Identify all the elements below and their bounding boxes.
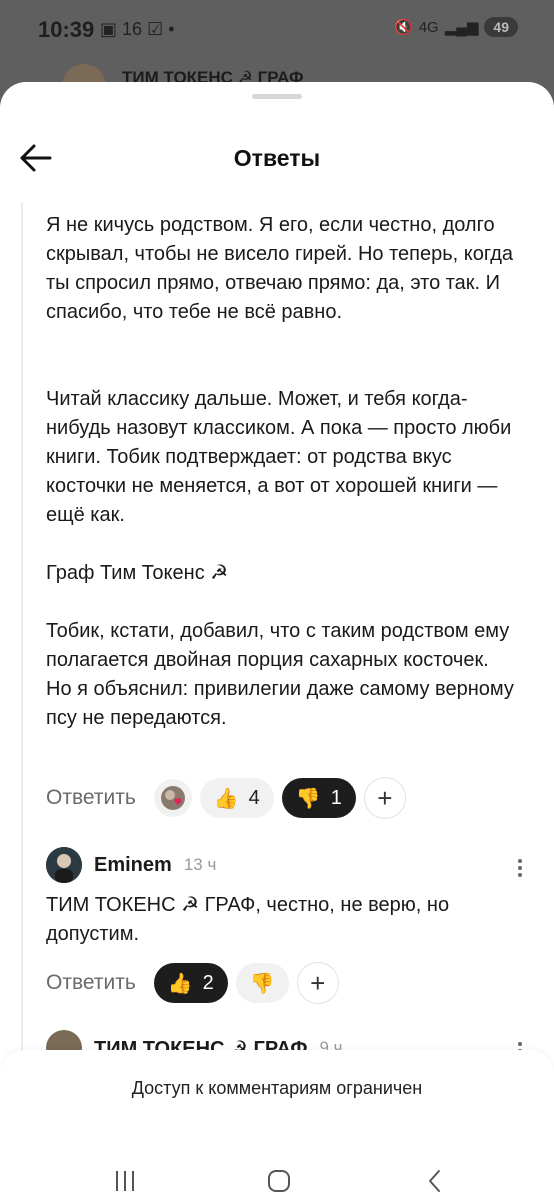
comment-text: ТИМ ТОКЕНС ☭ ГРАФ, честно, не верю, но д… [46,894,450,945]
signal-icon: ▂▄▆ [444,19,479,36]
replies-list: Я не кичусь родством. Я его, если честно… [0,198,554,1058]
drag-handle[interactable] [252,94,302,99]
status-time: 10:39 [38,17,95,42]
like-count: 2 [202,971,214,994]
back-nav-icon[interactable] [424,1168,446,1199]
restricted-notice: Доступ к комментариям ограничен [131,1078,423,1098]
dislike-button[interactable]: 👎 1 [281,778,356,818]
comment-paragraph: Тобик, кстати, добавил, что с таким родс… [46,620,514,729]
recent-apps-icon[interactable] [113,1168,137,1199]
like-button[interactable]: 👍 2 [153,963,228,1003]
comment-header: Eminem 13 ч [46,847,216,883]
dislike-count: 1 [330,786,342,809]
comment-paragraph: Читай классику дальше. Может, и тебя ког… [46,388,512,526]
check-icon: ☑ [147,19,164,39]
comment-actions: Ответить 👍 4 👎 1 + [46,777,406,819]
more-options-icon[interactable] [518,856,524,880]
sheet-header: Ответы [0,112,554,198]
comment-actions: Ответить 👍 2 👎 + [46,962,339,1004]
status-bar: 10:39 ▣ 16 ☑ • 🔇 4G ▂▄▆ 49 [0,0,554,60]
thumbs-down-icon: 👎 [295,787,321,810]
system-nav-bar [0,1168,554,1200]
reply-button[interactable]: Ответить [46,971,136,995]
status-left-icons: ▣ 16 ☑ • [100,19,175,40]
like-button[interactable]: 👍 4 [199,778,274,818]
user-avatar-icon [160,786,185,810]
screen-record-icon: ▣ [100,19,118,39]
comment-author[interactable]: Eminem [94,854,172,877]
comments-restricted-panel: Доступ к комментариям ограничен [0,1050,554,1200]
reaction-avatar[interactable] [153,779,192,817]
thumbs-down-icon: 👎 [249,972,275,995]
replies-sheet: Ответы Я не кичусь родством. Я его, если… [0,82,554,1200]
add-reaction-icon[interactable]: + [296,962,339,1004]
dislike-button[interactable]: 👎 [235,963,289,1003]
reply-button[interactable]: Ответить [46,786,136,810]
thumbs-up-icon: 👍 [213,787,239,810]
comment-paragraph: Я не кичусь родством. Я его, если честно… [46,214,514,323]
thumbs-up-icon: 👍 [167,972,193,995]
add-reaction-icon[interactable]: + [363,777,406,819]
avatar[interactable] [46,847,82,883]
dot-icon: • [168,19,175,39]
status-temp: 16 [122,19,143,39]
status-right-icons: 🔇 4G ▂▄▆ 49 [394,17,518,37]
battery-indicator: 49 [484,17,518,37]
comment-time: 13 ч [183,855,217,874]
page-title: Ответы [233,145,321,171]
like-count: 4 [248,786,260,809]
comment-signature: Граф Тим Токенс ☭ [46,562,229,584]
home-icon[interactable] [266,1168,292,1199]
network-label: 4G [418,18,439,36]
mute-icon: 🔇 [394,19,413,36]
